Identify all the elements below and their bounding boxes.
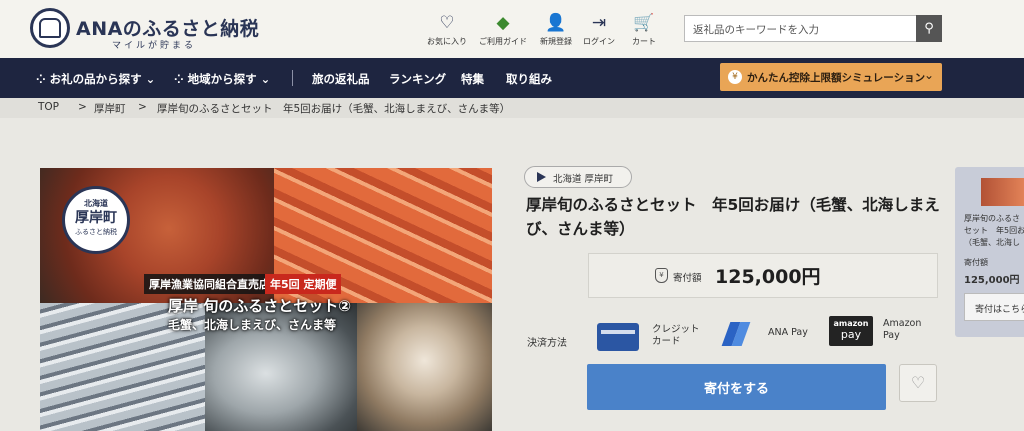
main-nav: ⁘ お礼の品から探す ⌄ ⁘ 地域から探す ⌄ 旅の返礼品 ランキング 特集 取… bbox=[0, 58, 1024, 98]
side-title-line3: （毛蟹、北海し bbox=[964, 238, 1020, 247]
side-product-thumbnail bbox=[981, 178, 1024, 206]
nav-features[interactable]: 特集 bbox=[461, 71, 484, 87]
credit-card-icon bbox=[597, 323, 639, 351]
nav-divider bbox=[292, 70, 293, 86]
donate-button[interactable]: 寄付をする bbox=[587, 364, 886, 410]
credit-card-line1: クレジット bbox=[652, 324, 700, 335]
side-donate-button[interactable]: 寄付はこちら bbox=[964, 293, 1024, 321]
seal-prefecture: 北海道 bbox=[84, 199, 108, 208]
ana-pay-icon bbox=[724, 320, 748, 348]
amazon-pay-label: Amazon Pay bbox=[883, 318, 921, 342]
image-items-label: 毛蟹、北海しまえび、さんま等 bbox=[168, 318, 337, 332]
donation-label: 寄付額 bbox=[673, 273, 702, 284]
amazon-pay-icon: amazon pay bbox=[829, 316, 873, 346]
favorite-button[interactable]: ♡ bbox=[899, 364, 937, 402]
nav-ranking[interactable]: ランキング bbox=[389, 71, 446, 87]
amazon-pay-logo-word: amazon bbox=[833, 319, 869, 328]
nav-gift-search[interactable]: ⁘ お礼の品から探す ⌄ bbox=[36, 71, 155, 87]
breadcrumb-top[interactable]: TOP bbox=[38, 101, 59, 113]
heart-icon: ♡ bbox=[910, 373, 926, 392]
search-placeholder: 返礼品のキーワードを入力 bbox=[693, 24, 819, 36]
brand-name[interactable]: ANAのふるさと納税 bbox=[76, 14, 259, 41]
amazon-pay-line1: Amazon bbox=[883, 318, 922, 329]
nav-region-label: 地域から探す bbox=[187, 72, 257, 86]
breadcrumb-town[interactable]: 厚岸町 bbox=[94, 101, 126, 116]
amazon-pay-line2: Pay bbox=[883, 330, 900, 341]
region-tag[interactable]: 北海道 厚岸町 bbox=[524, 166, 632, 188]
nav-initiatives[interactable]: 取り組み bbox=[506, 71, 552, 87]
cart-icon: 🛒 bbox=[633, 13, 655, 33]
nav-region-search[interactable]: ⁘ 地域から探す ⌄ bbox=[174, 71, 270, 87]
nav-gift-label: お礼の品から探す bbox=[49, 72, 142, 86]
image-title-label: 厚岸 旬のふるさとセット② bbox=[168, 297, 351, 315]
product-image[interactable]: 北海道 厚岸町 ふるさと納税 厚岸漁業協同組合直売店 年5回 定期便 厚岸 旬の… bbox=[40, 168, 492, 431]
akkeshi-seal: 北海道 厚岸町 ふるさと納税 bbox=[62, 186, 130, 254]
coin-icon: ¥ bbox=[728, 70, 742, 84]
nav-travel[interactable]: 旅の返礼品 bbox=[312, 71, 370, 87]
money-bag-icon: ¥ bbox=[655, 268, 668, 283]
seal-subtitle: ふるさと納税 bbox=[75, 228, 117, 236]
credit-card-line2: カード bbox=[652, 336, 681, 347]
side-amount: 125,000円 bbox=[964, 275, 1020, 286]
search-input[interactable]: 返礼品のキーワードを入力 ⚲ bbox=[684, 15, 942, 42]
floating-product-card[interactable]: 厚岸旬のふるさ セット 年5回お （毛蟹、北海し 寄付額 125,000円 寄付… bbox=[955, 167, 1024, 337]
search-icon[interactable]: ⚲ bbox=[916, 15, 942, 42]
image-periodic-label: 年5回 定期便 bbox=[265, 274, 342, 294]
side-amount-label: 寄付額 bbox=[964, 258, 988, 267]
breadcrumb-separator: > bbox=[78, 101, 87, 113]
product-title: 厚岸旬のふるさとセット 年5回お届け（毛蟹、北海しまえび、さんま等） bbox=[526, 196, 940, 238]
payment-methods-label: 決済方法 bbox=[527, 338, 567, 349]
flag-icon bbox=[537, 172, 546, 182]
credit-card-label: クレジット カード bbox=[652, 324, 700, 348]
site-header: ANAのふるさと納税 マイルが貯まる ♡ お気に入り ◆ ご利用ガイド 👤 新規… bbox=[0, 0, 1024, 58]
breadcrumb-separator: > bbox=[138, 101, 147, 113]
ana-furusato-logo-icon[interactable] bbox=[30, 8, 70, 48]
side-title-line1: 厚岸旬のふるさ bbox=[964, 214, 1020, 223]
image-shop-label: 厚岸漁業協同組合直売店 bbox=[144, 274, 275, 294]
chevron-down-icon: ⌄ bbox=[923, 68, 934, 82]
brand-tagline: マイルが貯まる bbox=[112, 41, 197, 51]
breadcrumb: TOP > 厚岸町 > 厚岸旬のふるさとセット 年5回お届け（毛蟹、北海しまえび… bbox=[0, 98, 1024, 118]
donation-amount-box: ¥ 寄付額 125,000円 bbox=[588, 253, 938, 298]
donate-button-label: 寄付をする bbox=[703, 382, 769, 397]
amazon-pay-logo-pay: pay bbox=[840, 328, 862, 341]
donation-amount: 125,000円 bbox=[715, 266, 821, 288]
deduction-simulation-button[interactable]: ¥ かんたん控除上限額シミュレーション ⌄ bbox=[720, 63, 942, 91]
cart-label: カート bbox=[632, 37, 656, 46]
ana-pay-label: ANA Pay bbox=[768, 327, 808, 338]
simulation-label: かんたん控除上限額シミュレーション bbox=[747, 72, 926, 84]
region-label: 北海道 厚岸町 bbox=[553, 174, 614, 185]
logo-mark bbox=[39, 18, 61, 38]
cart-link[interactable]: 🛒 カート bbox=[609, 12, 679, 47]
clam-photo bbox=[357, 303, 492, 431]
side-title-line2: セット 年5回お bbox=[964, 226, 1024, 235]
seal-town: 厚岸町 bbox=[75, 210, 117, 226]
breadcrumb-current: 厚岸旬のふるさとセット 年5回お届け（毛蟹、北海しまえび、さんま等） bbox=[157, 103, 511, 115]
